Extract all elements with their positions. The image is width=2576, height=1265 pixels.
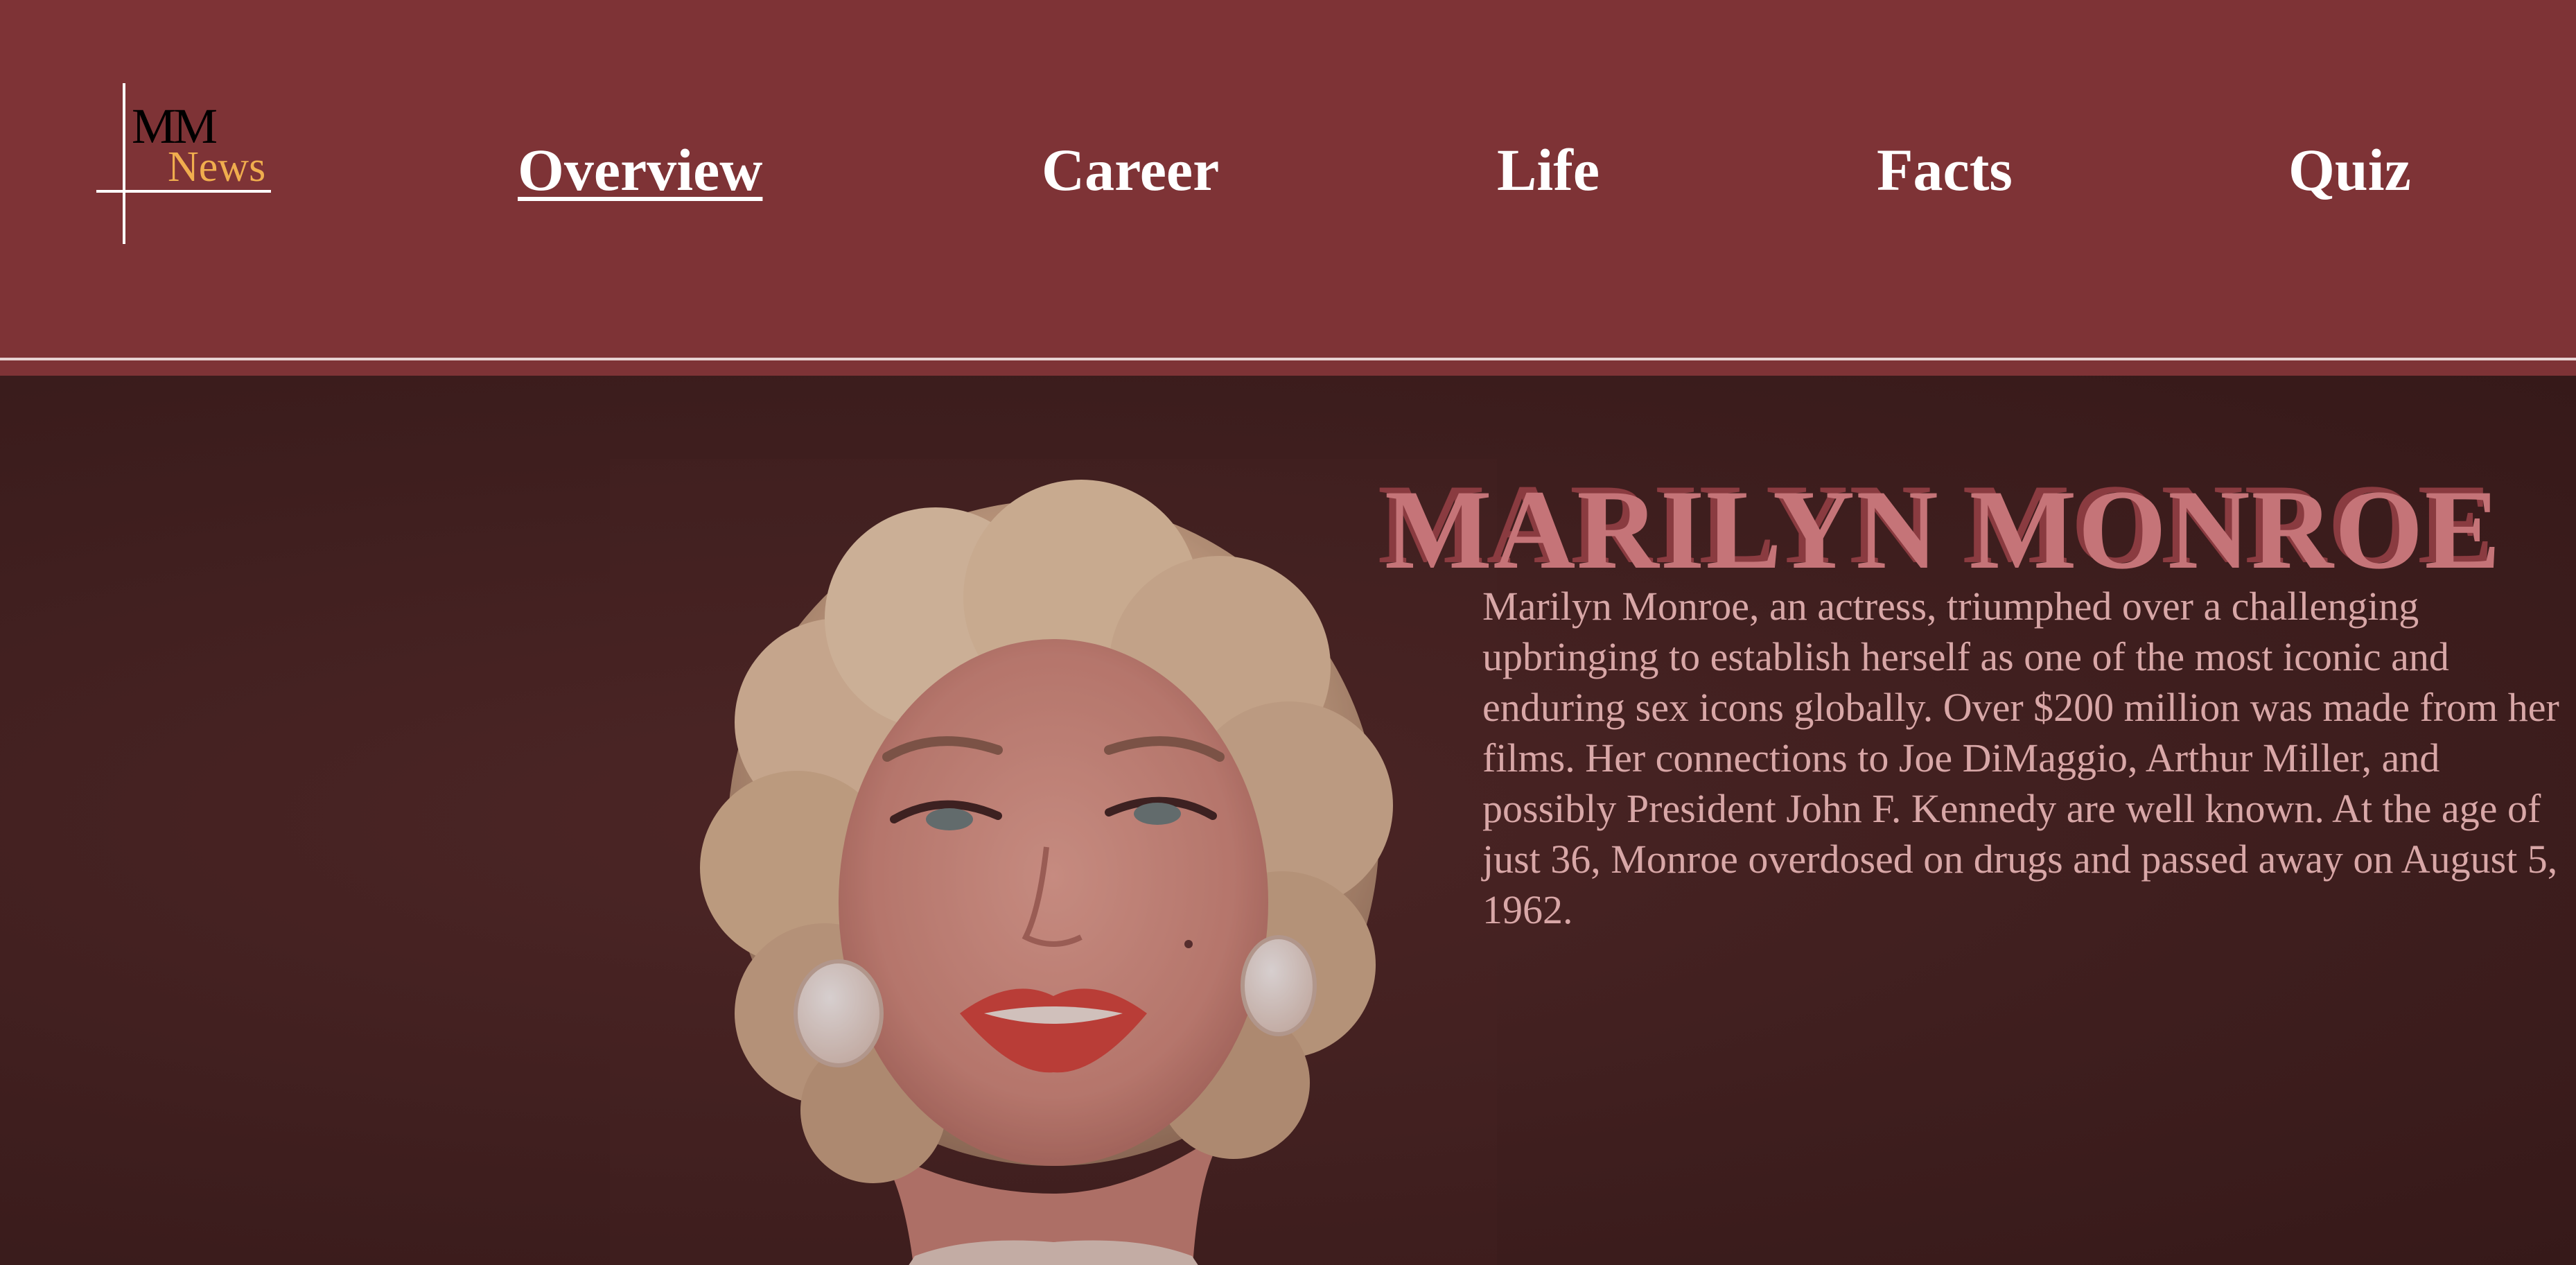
site-header: MM News Overview Career Life Facts Quiz bbox=[0, 0, 2576, 358]
logo-news-text: News bbox=[168, 143, 266, 191]
portrait-image bbox=[610, 459, 1497, 1265]
nav-link-quiz[interactable]: Quiz bbox=[2288, 135, 2411, 204]
page-title: MARILYN MONROE bbox=[1385, 466, 2502, 593]
nav-link-overview[interactable]: Overview bbox=[518, 135, 762, 204]
intro-paragraph: Marilyn Monroe, an actress, triumphed ov… bbox=[1482, 584, 2559, 932]
site-logo[interactable]: MM News bbox=[94, 83, 274, 250]
nav-link-career[interactable]: Career bbox=[1042, 135, 1219, 204]
logo-vertical-line bbox=[123, 83, 125, 244]
header-bottom-strip bbox=[0, 360, 2576, 376]
nav-link-facts[interactable]: Facts bbox=[1877, 135, 2013, 204]
nav-link-life[interactable]: Life bbox=[1497, 135, 1600, 204]
